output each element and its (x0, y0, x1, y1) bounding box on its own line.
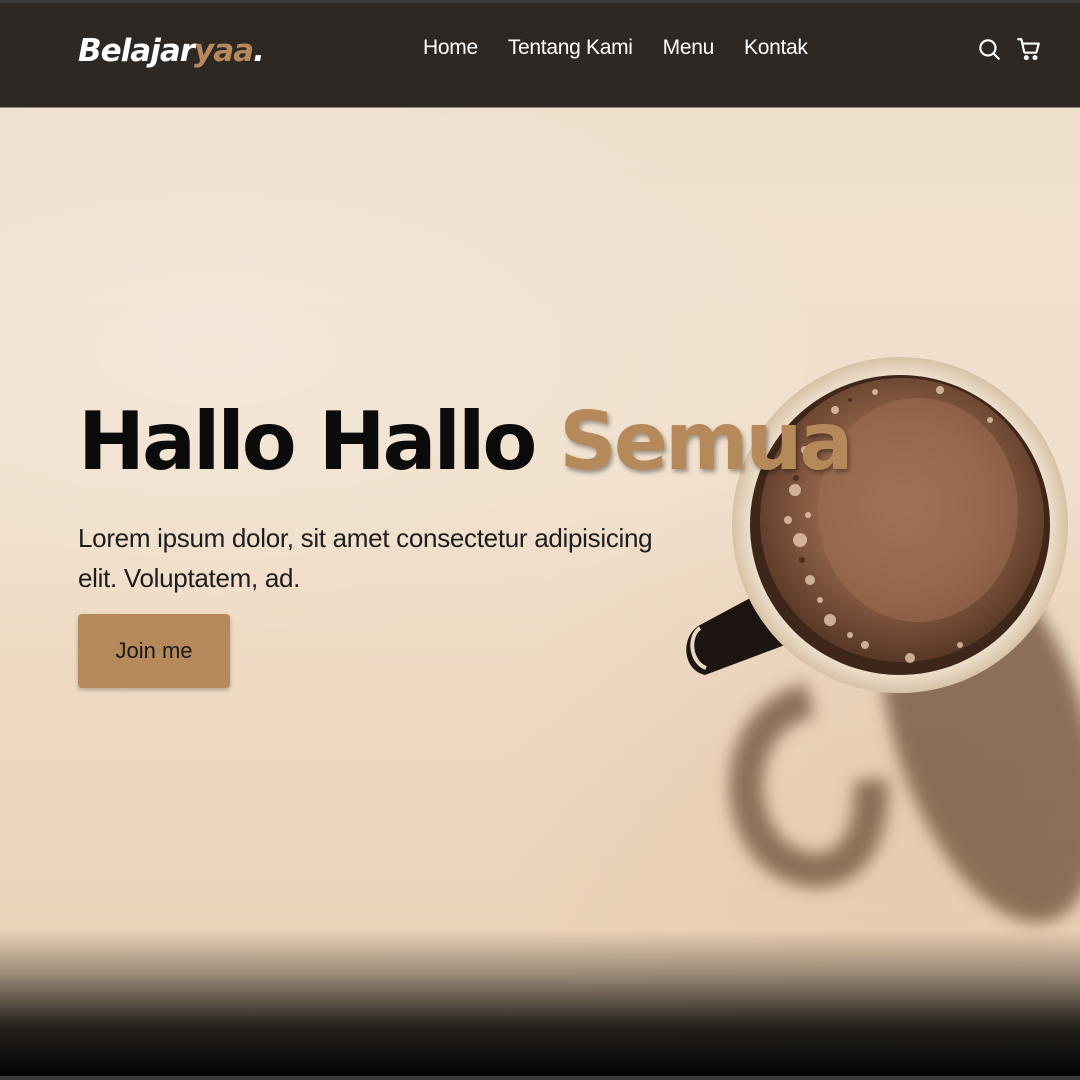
hero-title: Hallo Hallo Semua (78, 395, 853, 488)
navbar: Belajaryaa. Home Tentang Kami Menu Konta… (0, 0, 1080, 107)
nav-link-kontak[interactable]: Kontak (744, 36, 808, 60)
window-bottom-border (0, 1076, 1080, 1080)
hero-title-accent: Semua (559, 395, 853, 488)
brand-name-main: Belajar (78, 33, 195, 69)
join-me-button[interactable]: Join me (78, 614, 230, 688)
nav-icons (976, 36, 1042, 62)
hero-title-main: Hallo Hallo (78, 395, 537, 488)
brand-name-accent: yaa (194, 33, 254, 69)
hero-description: Lorem ipsum dolor, sit amet consectetur … (78, 523, 653, 593)
page: Belajaryaa. Home Tentang Kami Menu Konta… (0, 0, 1080, 1080)
window-top-border (0, 0, 1080, 3)
brand-name-dot: . (253, 33, 265, 69)
bottom-fade-overlay (0, 930, 1080, 1080)
brand-logo[interactable]: Belajaryaa. (78, 33, 265, 69)
nav-link-tentang-kami[interactable]: Tentang Kami (508, 36, 633, 60)
nav-link-menu[interactable]: Menu (663, 36, 715, 60)
nav-links: Home Tentang Kami Menu Kontak (423, 36, 808, 60)
shopping-cart-icon[interactable] (1016, 36, 1042, 62)
nav-link-home[interactable]: Home (423, 36, 478, 60)
search-icon[interactable] (976, 36, 1002, 62)
